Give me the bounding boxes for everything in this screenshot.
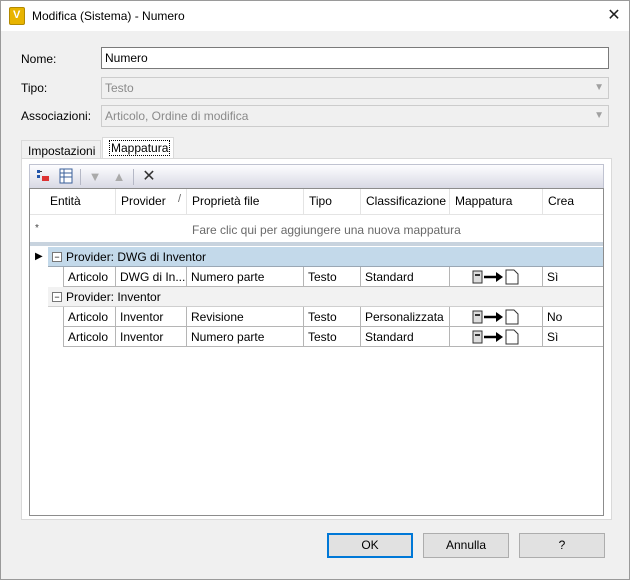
new-row-marker: * (35, 223, 39, 234)
cell-property: Revisione (187, 307, 304, 327)
associations-select-value: Articolo, Ordine di modifica (105, 109, 249, 123)
cell-property: Numero parte (187, 267, 304, 287)
table-row[interactable]: Articolo DWG di In... Numero parte Testo… (30, 267, 603, 287)
cell-type: Testo (304, 267, 361, 287)
cell-provider: DWG di In... (116, 267, 187, 287)
associations-select[interactable]: Articolo, Ordine di modifica ▼ (101, 105, 609, 127)
new-mapping-row[interactable]: * Fare clic qui per aggiungere una nuova… (30, 214, 603, 242)
move-down-icon[interactable]: ▼ (86, 168, 104, 186)
cell-create: Sì (543, 267, 603, 287)
collapse-icon[interactable]: − (52, 252, 62, 262)
tab-impostazioni[interactable]: Impostazioni (21, 140, 101, 160)
cell-classification: Standard (361, 267, 450, 287)
column-header-create[interactable]: Crea (543, 189, 603, 214)
column-header-property[interactable]: Proprietà file (187, 189, 304, 214)
type-label: Tipo: (21, 81, 48, 95)
cell-mapping (450, 327, 543, 347)
toolbar-separator (133, 169, 134, 185)
cell-entity: Articolo (63, 327, 116, 347)
grid-columns-icon[interactable] (57, 168, 75, 186)
column-header-mapping[interactable]: Mappatura (450, 189, 543, 214)
chevron-down-icon: ▼ (594, 110, 604, 121)
cell-classification: Standard (361, 327, 450, 347)
delete-icon[interactable]: ✕ (140, 168, 158, 186)
type-select-value: Testo (105, 81, 134, 95)
cell-entity: Articolo (63, 267, 116, 287)
name-label: Nome: (21, 52, 57, 66)
mapping-toolbar: ▼ ▲ ✕ (29, 164, 604, 188)
file-to-property-icon (472, 329, 519, 345)
cell-mapping (450, 267, 543, 287)
group-header-dwg-inventor[interactable]: ▶ − Provider: DWG di Inventor (30, 247, 603, 267)
cell-create: No (543, 307, 603, 327)
dialog-window: V Modifica (Sistema) - Numero ✕ Nome: Nu… (0, 0, 630, 580)
column-header-classification[interactable]: Classificazione (361, 189, 450, 214)
title-bar: V Modifica (Sistema) - Numero ✕ (1, 1, 629, 31)
chevron-down-icon: ▼ (594, 82, 604, 93)
sort-indicator-icon: / (177, 193, 181, 205)
cell-provider: Inventor (116, 307, 187, 327)
row-pointer-icon: ▶ (35, 251, 43, 262)
collapse-icon[interactable]: − (52, 292, 62, 302)
grid-splitter (30, 242, 603, 246)
new-mapping-prompt: Fare clic qui per aggiungere una nuova m… (192, 223, 461, 237)
cell-create: Sì (543, 327, 603, 347)
cell-provider: Inventor (116, 327, 187, 347)
file-to-property-icon (472, 269, 519, 285)
table-row[interactable]: Articolo Inventor Revisione Testo Person… (30, 307, 603, 327)
tab-mappatura-label: Mappatura (109, 140, 171, 156)
mapping-add-icon[interactable] (34, 168, 52, 186)
cancel-button[interactable]: Annulla (423, 533, 509, 558)
name-input[interactable]: Numero (101, 47, 609, 69)
cell-type: Testo (304, 307, 361, 327)
group-label: Provider: DWG di Inventor (66, 250, 207, 264)
help-button[interactable]: ? (519, 533, 605, 558)
tab-mappatura[interactable]: Mappatura (102, 137, 174, 158)
file-to-property-icon (472, 309, 519, 325)
ok-button[interactable]: OK (327, 533, 413, 558)
cell-property: Numero parte (187, 327, 304, 347)
window-title: Modifica (Sistema) - Numero (32, 9, 185, 23)
cell-type: Testo (304, 327, 361, 347)
column-header-provider[interactable]: Provider / (116, 189, 187, 214)
cell-mapping (450, 307, 543, 327)
vault-app-icon: V (9, 7, 25, 25)
associations-label: Associazioni: (21, 109, 92, 123)
column-header-provider-label: Provider (121, 194, 166, 208)
column-header-entity[interactable]: Entità (45, 189, 116, 214)
column-header-type[interactable]: Tipo (304, 189, 361, 214)
group-label: Provider: Inventor (66, 290, 161, 304)
cell-entity: Articolo (63, 307, 116, 327)
table-row[interactable]: Articolo Inventor Numero parte Testo Sta… (30, 327, 603, 347)
cell-classification: Personalizzata (361, 307, 450, 327)
group-header-inventor[interactable]: − Provider: Inventor (30, 287, 603, 307)
toolbar-separator (80, 169, 81, 185)
close-button[interactable]: ✕ (599, 1, 629, 31)
mapping-grid: Entità Provider / Proprietà file Tipo Cl… (29, 188, 604, 516)
type-select[interactable]: Testo ▼ (101, 77, 609, 99)
move-up-icon[interactable]: ▲ (110, 168, 128, 186)
